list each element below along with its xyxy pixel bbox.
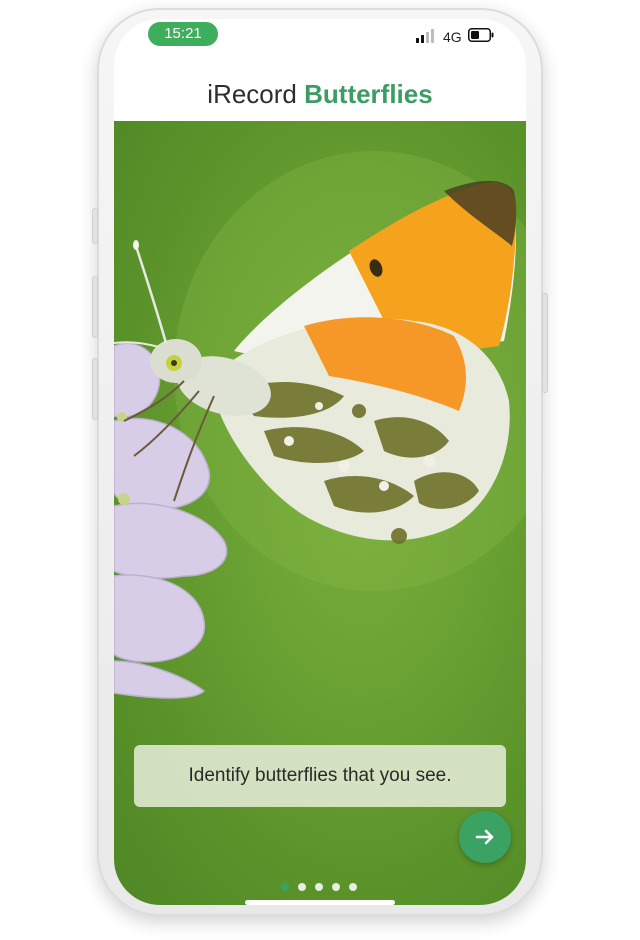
next-button[interactable] <box>459 811 511 863</box>
onboarding-slide[interactable]: Identify butterflies that you see. <box>114 121 526 905</box>
volume-up-button <box>92 276 98 338</box>
app-title-accent: Butterflies <box>304 79 433 109</box>
page-dot-5[interactable] <box>349 883 357 891</box>
mute-switch <box>92 208 98 244</box>
page-dot-3[interactable] <box>315 883 323 891</box>
page-dot-2[interactable] <box>298 883 306 891</box>
app-header: iRecord Butterflies <box>114 67 526 121</box>
phone-screen: 15:21 4G iRecord Butterflies Identify bu… <box>114 19 526 905</box>
network-type: 4G <box>443 29 462 45</box>
phone-frame: 15:21 4G iRecord Butterflies Identify bu… <box>92 8 548 916</box>
page-dot-1[interactable] <box>281 883 289 891</box>
status-time: 15:21 <box>148 22 218 46</box>
home-indicator[interactable] <box>245 900 395 905</box>
device-mockup: 15:21 4G iRecord Butterflies Identify bu… <box>0 0 640 940</box>
slide-caption: Identify butterflies that you see. <box>134 745 506 807</box>
cell-signal-icon <box>416 29 434 43</box>
power-button <box>542 293 548 393</box>
battery-icon <box>468 28 494 42</box>
page-dot-4[interactable] <box>332 883 340 891</box>
app-title: iRecord <box>207 79 297 109</box>
arrow-right-icon <box>475 829 494 845</box>
volume-down-button <box>92 358 98 420</box>
status-bar: 15:21 4G <box>114 19 526 67</box>
pagination-dots <box>281 883 361 893</box>
